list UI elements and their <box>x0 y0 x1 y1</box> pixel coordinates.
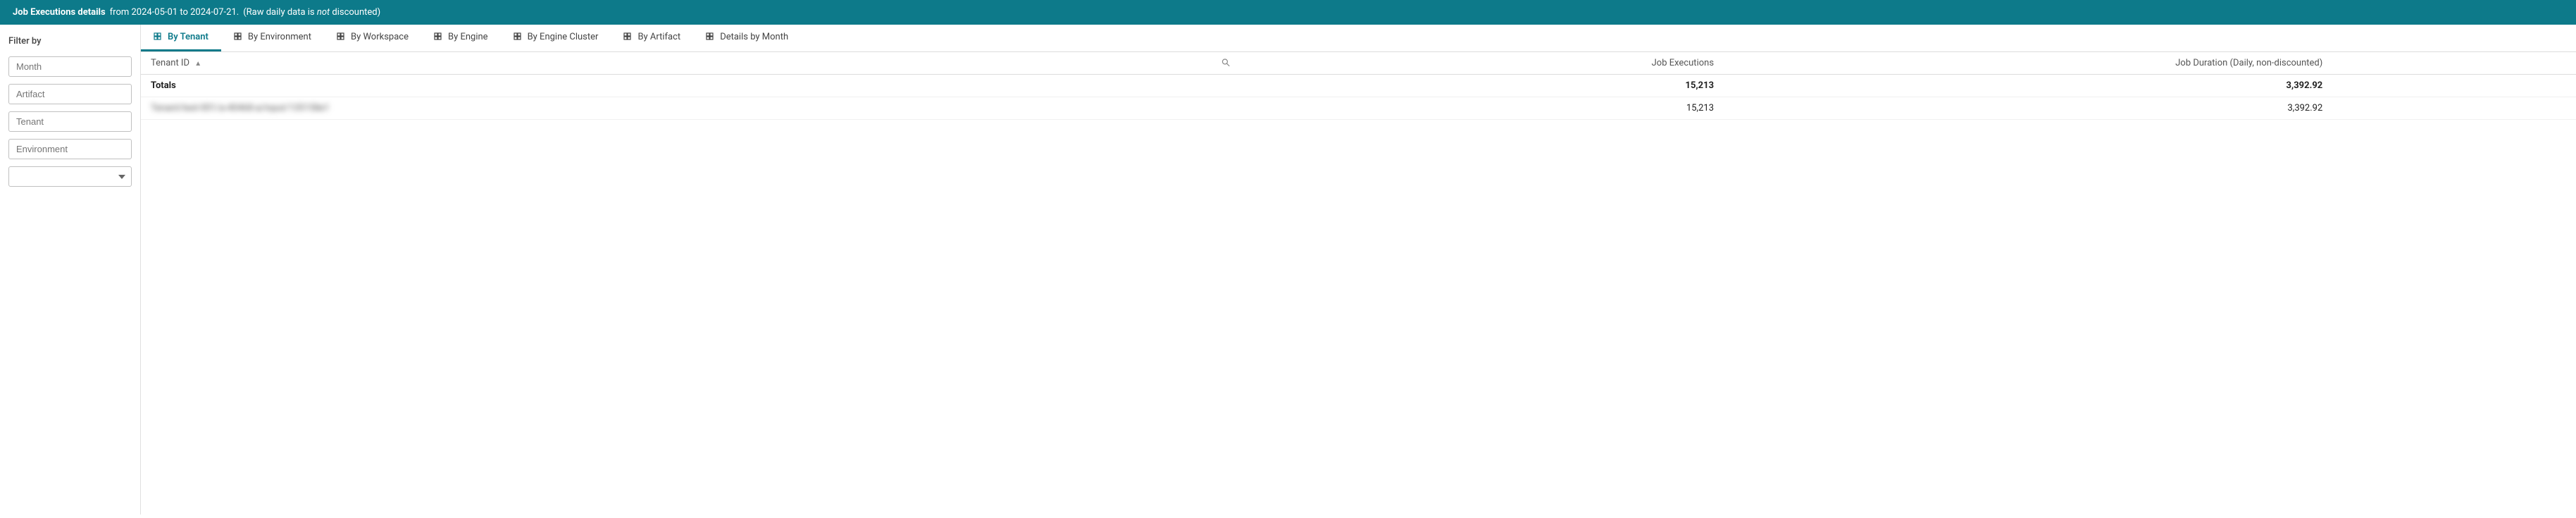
col-header-empty <box>2332 52 2576 75</box>
header-subtitle: from 2024-05-01 to 2024-07-21. <box>110 7 239 18</box>
month-filter-input[interactable] <box>8 56 132 77</box>
tab-details-by-month[interactable]: Details by Month <box>693 25 801 51</box>
table-header-row: Tenant ID ▲ Job Executions <box>141 52 2576 75</box>
row-executions: 15,213 <box>1237 97 1724 120</box>
environment-filter-input[interactable] <box>8 139 132 159</box>
tab-by-workspace-label: By Workspace <box>351 32 409 42</box>
table-row: Tenant/test-001/a-40468-a/input/135158e1… <box>141 97 2576 120</box>
col-tenant-id-label: Tenant ID <box>151 58 189 68</box>
tab-by-workspace-icon <box>337 32 347 42</box>
tenant-id-blurred: Tenant/test-001/a-40468-a/input/135158e1 <box>151 103 330 113</box>
col-header-job-executions: Job Executions <box>1237 52 1724 75</box>
tab-by-workspace[interactable]: By Workspace <box>324 25 421 51</box>
tab-by-engine[interactable]: By Engine <box>421 25 501 51</box>
col-executions-label: Job Executions <box>1652 58 1714 68</box>
col-header-job-duration: Job Duration (Daily, non-discounted) <box>1724 52 2332 75</box>
data-table: Tenant ID ▲ Job Executions <box>141 52 2576 120</box>
filter-by-label: Filter by <box>8 36 132 47</box>
main-layout: Filter by By Tenant <box>0 25 2576 514</box>
sort-ascending-icon[interactable]: ▲ <box>194 60 201 68</box>
totals-label: Totals <box>141 75 1237 97</box>
tab-by-environment-icon <box>234 32 244 42</box>
tab-by-artifact[interactable]: By Artifact <box>611 25 693 51</box>
row-duration: 3,392.92 <box>1724 97 2332 120</box>
content-area: By Tenant By Environment <box>141 25 2576 514</box>
tab-by-artifact-label: By Artifact <box>637 32 680 42</box>
tenant-filter-input[interactable] <box>8 111 132 132</box>
tab-by-tenant-icon <box>154 32 163 42</box>
col-header-tenant-id[interactable]: Tenant ID ▲ <box>141 52 1237 75</box>
tab-by-environment[interactable]: By Environment <box>221 25 324 51</box>
tab-by-tenant[interactable]: By Tenant <box>141 25 221 51</box>
header-note: (Raw daily data is not discounted) <box>243 7 380 18</box>
data-table-area: Tenant ID ▲ Job Executions <box>141 52 2576 514</box>
totals-executions: 15,213 <box>1237 75 1724 97</box>
tab-by-engine-label: By Engine <box>448 32 488 42</box>
totals-empty <box>2332 75 2576 97</box>
tab-details-by-month-label: Details by Month <box>720 32 788 42</box>
tab-by-environment-label: By Environment <box>248 32 311 42</box>
tab-details-by-month-icon <box>706 32 716 42</box>
header-title: Job Executions details <box>13 7 106 18</box>
tabs-bar: By Tenant By Environment <box>141 25 2576 52</box>
extra-filter-select[interactable] <box>8 166 132 187</box>
tab-by-engine-cluster[interactable]: By Engine Cluster <box>501 25 611 51</box>
totals-duration: 3,392.92 <box>1724 75 2332 97</box>
artifact-filter-input[interactable] <box>8 84 132 104</box>
header-bar: Job Executions details from 2024-05-01 t… <box>0 0 2576 25</box>
tenant-search-icon[interactable] <box>1221 58 1230 68</box>
tab-by-engine-cluster-icon <box>514 32 523 42</box>
col-duration-label: Job Duration (Daily, non-discounted) <box>2175 58 2322 68</box>
tab-by-tenant-label: By Tenant <box>168 32 209 42</box>
tenant-id-cell: Tenant/test-001/a-40468-a/input/135158e1 <box>141 97 1237 120</box>
tab-by-artifact-icon <box>623 32 633 42</box>
totals-row: Totals 15,213 3,392.92 <box>141 75 2576 97</box>
sidebar: Filter by <box>0 25 141 514</box>
tab-by-engine-icon <box>434 32 444 42</box>
row-empty <box>2332 97 2576 120</box>
tab-by-engine-cluster-label: By Engine Cluster <box>528 32 599 42</box>
